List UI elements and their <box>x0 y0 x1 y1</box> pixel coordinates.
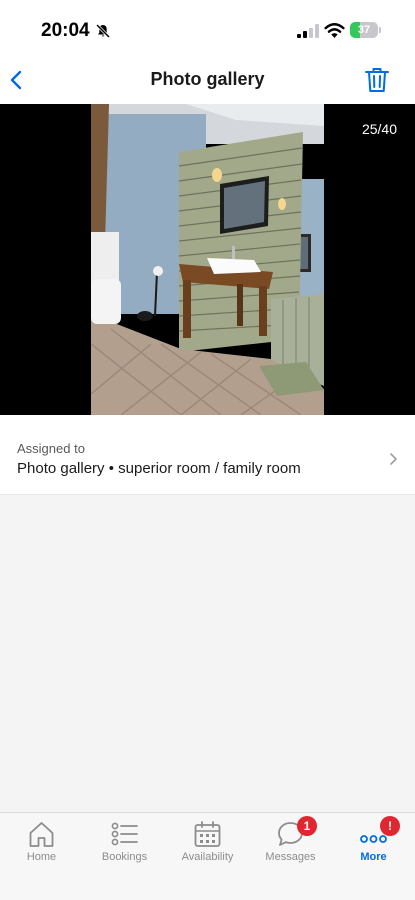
assigned-to-value: Photo gallery • superior room / family r… <box>17 460 301 477</box>
status-bar: 20:04 37 <box>0 0 415 56</box>
battery-body: 37 <box>350 22 378 38</box>
assigned-to-row[interactable]: Assigned to Photo gallery • superior roo… <box>0 415 415 495</box>
home-icon <box>29 822 54 847</box>
tab-messages-label: Messages <box>265 851 316 863</box>
tab-more-label: More <box>360 851 387 863</box>
assigned-to-label: Assigned to <box>17 441 85 456</box>
tab-bookings-label: Bookings <box>101 851 148 863</box>
tab-more[interactable]: More ! <box>332 813 415 869</box>
nav-bar: Photo gallery <box>0 56 415 104</box>
delete-photo-button[interactable] <box>362 64 392 96</box>
more-badge: ! <box>380 816 400 836</box>
status-time: 20:04 <box>41 20 90 41</box>
tab-availability-label: Availability <box>181 851 234 863</box>
battery-level: 37 <box>357 24 371 36</box>
tab-bar: Home Bookings Availability Messages 1 Mo… <box>0 812 415 900</box>
tab-bookings[interactable]: Bookings <box>83 813 166 869</box>
wifi-icon <box>324 23 345 38</box>
tab-home-label: Home <box>26 851 57 863</box>
tab-availability[interactable]: Availability <box>166 813 249 869</box>
chevron-right-icon <box>390 453 397 465</box>
bell-off-icon <box>95 23 111 39</box>
trash-icon <box>365 68 389 92</box>
list-icon <box>111 822 138 846</box>
bathroom-photo[interactable] <box>91 104 324 415</box>
messages-badge: 1 <box>297 816 317 836</box>
bathroom-photo-image <box>91 104 324 415</box>
battery-indicator: 37 <box>350 22 381 38</box>
page-title: Photo gallery <box>150 69 265 89</box>
tab-home[interactable]: Home <box>0 813 83 869</box>
calendar-icon <box>194 821 221 847</box>
tab-messages[interactable]: Messages 1 <box>249 813 332 869</box>
photo-counter: 25/40 <box>361 121 397 137</box>
photo-viewer[interactable]: 25/40 <box>0 104 415 415</box>
battery-cap <box>379 27 381 33</box>
signal-icon <box>297 24 319 38</box>
